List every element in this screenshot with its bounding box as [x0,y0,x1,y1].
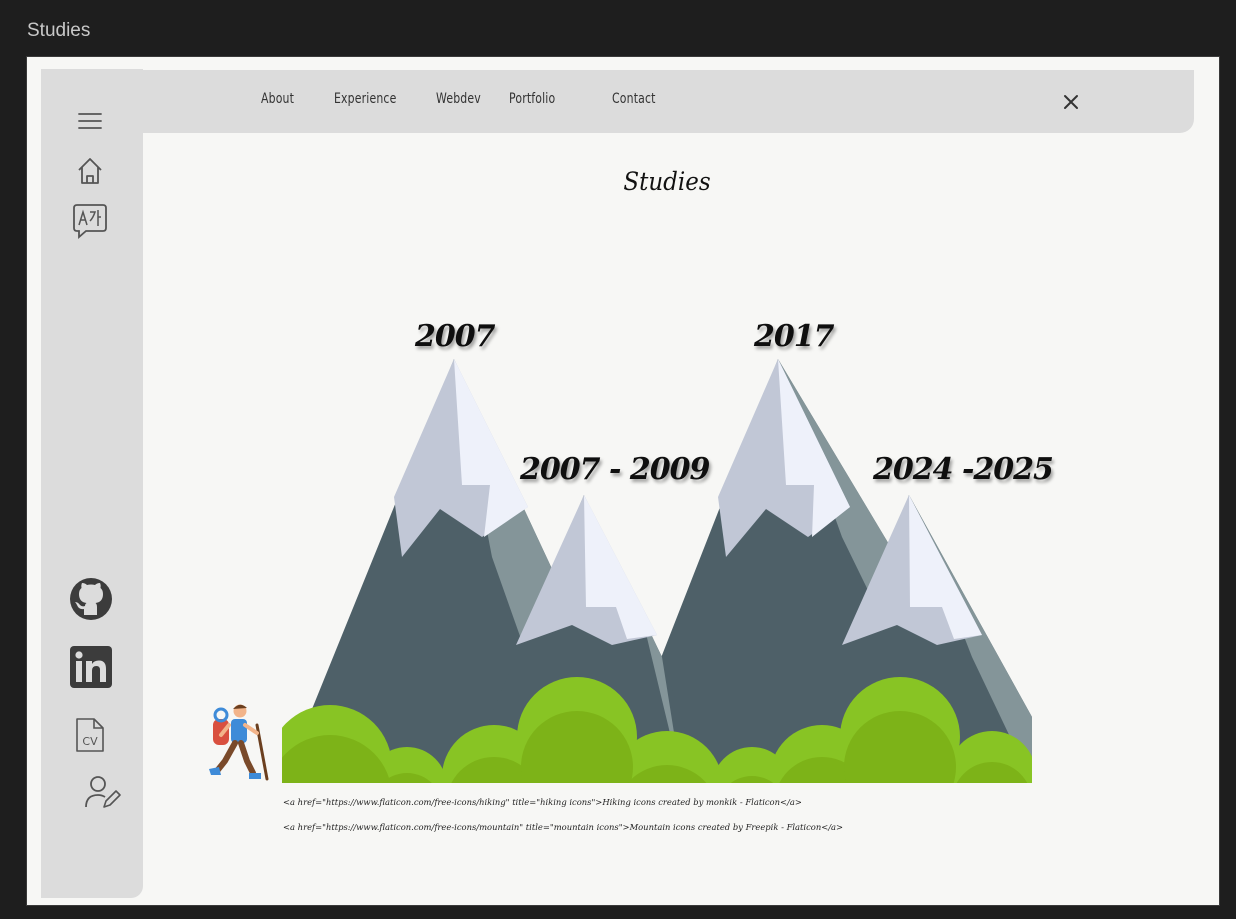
home-icon[interactable] [74,155,106,187]
nav-link-portfolio[interactable]: Portfolio [509,91,555,107]
hiker-illustration [209,704,269,781]
nav-link-contact[interactable]: Contact [612,91,656,107]
user-edit-icon[interactable] [84,774,122,810]
cv-label: CV [82,735,98,748]
translate-icon[interactable] [71,202,109,240]
close-icon[interactable] [1059,90,1083,114]
menu-icon[interactable] [78,111,102,131]
cv-icon[interactable]: CV [75,717,105,753]
github-icon[interactable] [69,577,113,621]
mountains-illustration [282,359,1032,785]
nav-link-about[interactable]: About [261,91,294,107]
linkedin-icon[interactable] [69,645,113,689]
page-title: Studies [623,167,711,196]
nav-link-webdev[interactable]: Webdev [436,91,481,107]
nav-link-experience[interactable]: Experience [334,91,396,107]
credit-hiking: <a href="https://www.flaticon.com/free-i… [283,797,802,807]
window-title: Studies [27,20,91,41]
sidebar: CV [41,69,143,898]
milestone-2024-2025: 2024 -2025 [873,452,1054,487]
milestone-2007: 2007 [415,319,495,354]
credit-mountain: <a href="https://www.flaticon.com/free-i… [283,822,844,832]
app-frame: CV About Experience Webdev Portfolio Con… [26,56,1220,906]
milestone-2017: 2017 [754,319,834,354]
milestone-2007-2009: 2007 - 2009 [520,452,710,487]
top-nav-bar: About Experience Webdev Portfolio Contac… [119,70,1194,133]
